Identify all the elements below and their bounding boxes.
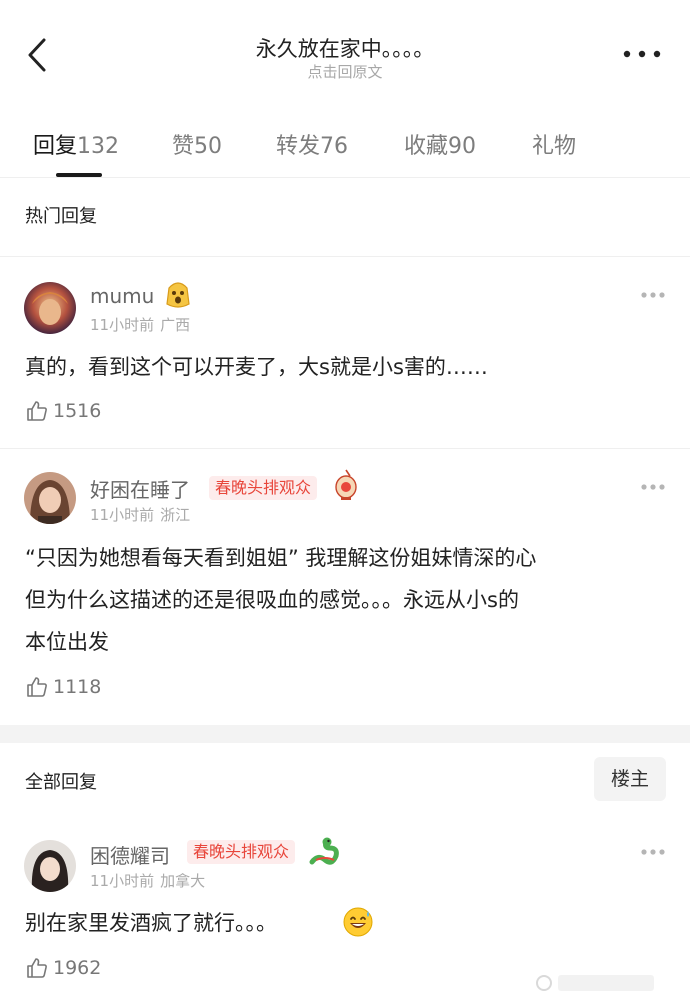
comment-more-icon[interactable] [640,290,666,300]
tab-label: 礼物 [532,134,577,159]
username[interactable]: 好困在睡了 [90,474,190,503]
comment-more-icon[interactable] [640,482,666,492]
comment-meta: 11小时前 广西 [90,314,190,335]
page-title: 永久放在家中。。。。 [255,37,435,61]
location: 加拿大 [160,872,206,890]
more-options-icon[interactable] [622,44,662,64]
comment-more-icon[interactable] [640,847,666,857]
tab-count: 90 [448,134,477,159]
snake-badge-icon [309,837,339,865]
comment-text: 别在家里发酒疯了就行。。。 [25,902,277,944]
tab-label: 赞 [172,134,195,159]
tab-bar: 回复132 赞50 转发76 收藏90 礼物 [0,120,690,178]
avatar-image [24,472,76,524]
tab-count: 132 [77,134,120,159]
avatar[interactable] [24,472,76,524]
comment-text: 真的，看到这个可以开麦了，大s就是小s害的…… [25,355,488,379]
avatar[interactable] [24,840,76,892]
tab-likes[interactable]: 赞50 [172,128,222,160]
location: 浙江 [160,506,191,524]
tab-label: 回复 [33,134,78,159]
active-tab-indicator [56,173,102,177]
like-button[interactable]: 1516 [25,397,101,425]
like-count: 1516 [53,400,102,422]
like-count: 1118 [53,676,102,698]
poster-only-filter-button[interactable]: 楼主 [594,757,666,801]
comment-meta: 11小时前 加拿大 [90,870,205,891]
event-badge: 春晚头排观众 [209,476,318,500]
like-button[interactable]: 1962 [25,954,101,982]
comment-text-content: 别在家里发酒疯了就行。。。 [25,911,277,935]
comment-text-line: “只因为她想看每天看到姐姐” 我理解这份姐妹情深的心 [25,546,537,570]
comment-text-line: 但为什么这描述的还是很吸血的感觉。。。永远从小s的 [25,588,519,612]
watermark-logo [536,975,654,991]
like-count: 1962 [53,957,102,979]
sweat-smile-emoji-icon [343,907,373,937]
thumbs-up-icon [27,401,47,421]
tab-replies[interactable]: 回复132 [33,128,119,160]
comment-text: “只因为她想看每天看到姐姐” 我理解这份姐妹情深的心 但为什么这描述的还是很吸血… [25,537,665,663]
timestamp: 11小时前 [90,872,155,890]
location: 广西 [160,316,191,334]
comment-item: mumu 11小时前 广西 真的，看到这个可以开麦了，大s就是小s害的…… 151… [0,256,690,448]
hot-replies-heading: 热门回复 [25,206,97,227]
timestamp: 11小时前 [90,316,155,334]
event-badge: 春晚头排观众 [187,840,296,864]
tab-gifts[interactable]: 礼物 [532,128,576,160]
like-button[interactable]: 1118 [25,673,101,701]
thumbs-up-icon [27,958,47,978]
section-divider [0,725,690,743]
tab-count: 50 [194,134,223,159]
username[interactable]: 困德耀司 [90,840,170,869]
tab-count: 76 [320,134,349,159]
comment-text-line: 本位出发 [25,630,109,654]
tab-reposts[interactable]: 转发76 [276,128,348,160]
timestamp: 11小时前 [90,506,155,524]
tab-favorites[interactable]: 收藏90 [404,128,476,160]
avatar-image [24,840,76,892]
avatar-image [24,282,76,334]
comment-meta: 11小时前 浙江 [90,504,190,525]
all-replies-heading: 全部回复 [25,772,97,793]
lantern-badge-icon [335,469,357,500]
comment-item: 好困在睡了 春晚头排观众 11小时前 浙江 “只因为她想看每天看到姐姐” 我理解这… [0,448,690,723]
tab-label: 转发 [276,134,321,159]
thumbs-up-icon [27,677,47,697]
tab-label: 收藏 [404,134,449,159]
top-nav: 永久放在家中。。。。 点击回原文 [0,0,690,110]
username[interactable]: mumu [90,284,154,308]
view-original-link[interactable]: 点击回原文 [0,61,690,82]
fan-badge-icon [166,282,190,308]
avatar[interactable] [24,282,76,334]
